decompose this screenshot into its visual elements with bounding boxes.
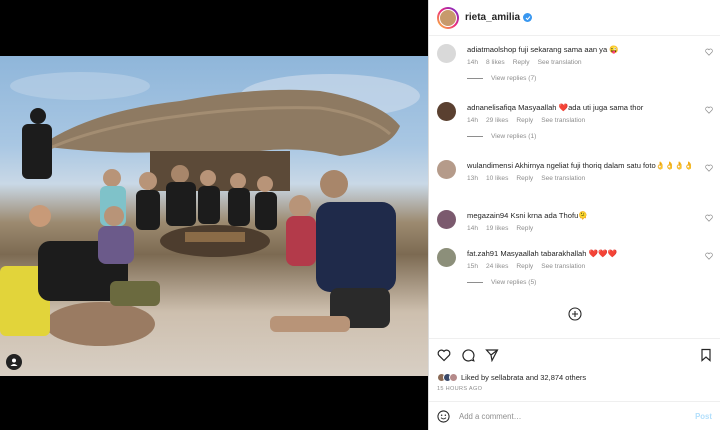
- liked-by-count[interactable]: 32,874 others: [540, 373, 586, 382]
- view-replies-label: View replies (1): [491, 133, 537, 140]
- post-photo[interactable]: [0, 56, 428, 376]
- reply-button[interactable]: Reply: [516, 225, 533, 232]
- see-translation-button[interactable]: See translation: [541, 175, 585, 182]
- comment-text: adiatmaolshop fuji sekarang sama aan ya …: [467, 44, 701, 55]
- comment-text: adnanelisafiqa Masyaallah ❤️ada uti juga…: [467, 102, 701, 113]
- comment-likes[interactable]: 8 likes: [486, 59, 505, 66]
- post-comment-button[interactable]: Post: [695, 412, 712, 421]
- comment-time[interactable]: 15h: [467, 263, 478, 270]
- liked-by-row: Liked by sellabrata and 32,874 others: [437, 373, 586, 382]
- comment-meta: 14h 19 likes Reply: [467, 225, 701, 232]
- see-translation-button[interactable]: See translation: [538, 59, 582, 66]
- comments-list[interactable]: adiatmaolshop fuji sekarang sama aan ya …: [429, 36, 720, 338]
- comment-item: wulandimensi Akhirnya ngeliat fuji thori…: [429, 160, 720, 182]
- verified-badge-icon: [523, 13, 533, 22]
- emoji-icon[interactable]: [437, 410, 450, 423]
- liked-by-and: and: [525, 373, 539, 382]
- heart-icon[interactable]: [437, 348, 451, 362]
- view-replies-button[interactable]: View replies (1): [467, 133, 701, 140]
- reply-button[interactable]: Reply: [516, 117, 533, 124]
- commenter-username[interactable]: adiatmaolshop: [467, 45, 516, 54]
- comment-body: Masyaallah tabarakhallah ❤️❤️❤️: [500, 249, 617, 258]
- commenter-avatar[interactable]: [437, 160, 456, 179]
- commenter-avatar[interactable]: [437, 248, 456, 267]
- comment-input[interactable]: [459, 412, 679, 421]
- comment-likes[interactable]: 19 likes: [486, 225, 508, 232]
- comment-likes[interactable]: 10 likes: [486, 175, 508, 182]
- replies-divider: [467, 78, 483, 79]
- see-translation-button[interactable]: See translation: [541, 263, 585, 270]
- plus-circle-icon[interactable]: [568, 307, 582, 321]
- liker-avatars: [437, 373, 458, 382]
- comment-time[interactable]: 13h: [467, 175, 478, 182]
- view-replies-label: View replies (7): [491, 75, 537, 82]
- reply-button[interactable]: Reply: [513, 59, 530, 66]
- comment-like-heart-icon[interactable]: [705, 106, 713, 114]
- commenter-username[interactable]: wulandimensi: [467, 161, 513, 170]
- comment-meta: 15h 24 likes Reply See translation: [467, 263, 701, 270]
- comment-item: fat.zah91 Masyaallah tabarakhallah ❤️❤️❤…: [429, 248, 720, 286]
- comment-body: Masyaallah ❤️ada uti juga sama thor: [518, 103, 644, 112]
- post-timestamp[interactable]: 15 HOURS AGO: [437, 386, 482, 392]
- comment-text: wulandimensi Akhirnya ngeliat fuji thori…: [467, 160, 707, 171]
- user-tag-icon: [10, 358, 18, 366]
- bookmark-icon[interactable]: [699, 348, 713, 362]
- view-replies-button[interactable]: View replies (5): [467, 279, 701, 286]
- post-header: rieta_amilia: [429, 0, 720, 36]
- liked-by-prefix: Liked by: [461, 373, 489, 382]
- commenter-avatar[interactable]: [437, 102, 456, 121]
- reply-button[interactable]: Reply: [516, 263, 533, 270]
- action-bar: [437, 348, 713, 362]
- replies-divider: [467, 136, 483, 137]
- see-translation-button[interactable]: See translation: [541, 117, 585, 124]
- comment-item: adnanelisafiqa Masyaallah ❤️ada uti juga…: [429, 102, 720, 140]
- comment-item: megazain94 Ksni krna ada Thofu🫠 14h 19 l…: [429, 210, 720, 232]
- liked-by-user[interactable]: sellabrata: [491, 373, 524, 382]
- comment-like-heart-icon[interactable]: [705, 214, 713, 222]
- comment-like-heart-icon[interactable]: [705, 164, 713, 172]
- commenter-avatar[interactable]: [437, 44, 456, 63]
- comment-body: Ksni krna ada Thofu🫠: [510, 211, 588, 220]
- commenter-avatar[interactable]: [437, 210, 456, 229]
- comment-like-heart-icon[interactable]: [705, 48, 713, 56]
- commenter-username[interactable]: fat.zah91: [467, 249, 498, 258]
- comment-likes[interactable]: 29 likes: [486, 117, 508, 124]
- post-actions-section: Liked by sellabrata and 32,874 others 15…: [429, 338, 720, 430]
- view-replies-button[interactable]: View replies (7): [467, 75, 701, 82]
- view-replies-label: View replies (5): [491, 279, 537, 286]
- comment-body: Akhirnya ngeliat fuji thoriq dalam satu …: [514, 161, 694, 170]
- comment-body: fuji sekarang sama aan ya 😜: [518, 45, 619, 54]
- share-icon[interactable]: [485, 348, 499, 362]
- comment-text: fat.zah91 Masyaallah tabarakhallah ❤️❤️❤…: [467, 248, 701, 259]
- comment-likes[interactable]: 24 likes: [486, 263, 508, 270]
- post-details-panel: rieta_amilia adiatmaolshop fuji sekarang…: [428, 0, 720, 430]
- owner-avatar[interactable]: [437, 6, 459, 29]
- comment-time[interactable]: 14h: [467, 225, 478, 232]
- comment-meta: 14h 29 likes Reply See translation: [467, 117, 701, 124]
- post-media-pane: [0, 0, 428, 430]
- owner-username[interactable]: rieta_amilia: [465, 12, 520, 23]
- comment-icon[interactable]: [461, 348, 475, 362]
- comment-meta: 14h 8 likes Reply See translation: [467, 59, 701, 66]
- comment-text: megazain94 Ksni krna ada Thofu🫠: [467, 210, 701, 221]
- add-comment-bar: Post: [429, 401, 720, 430]
- comment-time[interactable]: 14h: [467, 117, 478, 124]
- commenter-username[interactable]: megazain94: [467, 211, 508, 220]
- reply-button[interactable]: Reply: [516, 175, 533, 182]
- photo-scene: [0, 72, 420, 346]
- comment-like-heart-icon[interactable]: [705, 252, 713, 260]
- commenter-username[interactable]: adnanelisafiqa: [467, 103, 516, 112]
- comment-meta: 13h 10 likes Reply See translation: [467, 175, 701, 182]
- tagged-users-button[interactable]: [6, 354, 22, 370]
- comment-time[interactable]: 14h: [467, 59, 478, 66]
- replies-divider: [467, 282, 483, 283]
- comment-item: adiatmaolshop fuji sekarang sama aan ya …: [429, 44, 720, 82]
